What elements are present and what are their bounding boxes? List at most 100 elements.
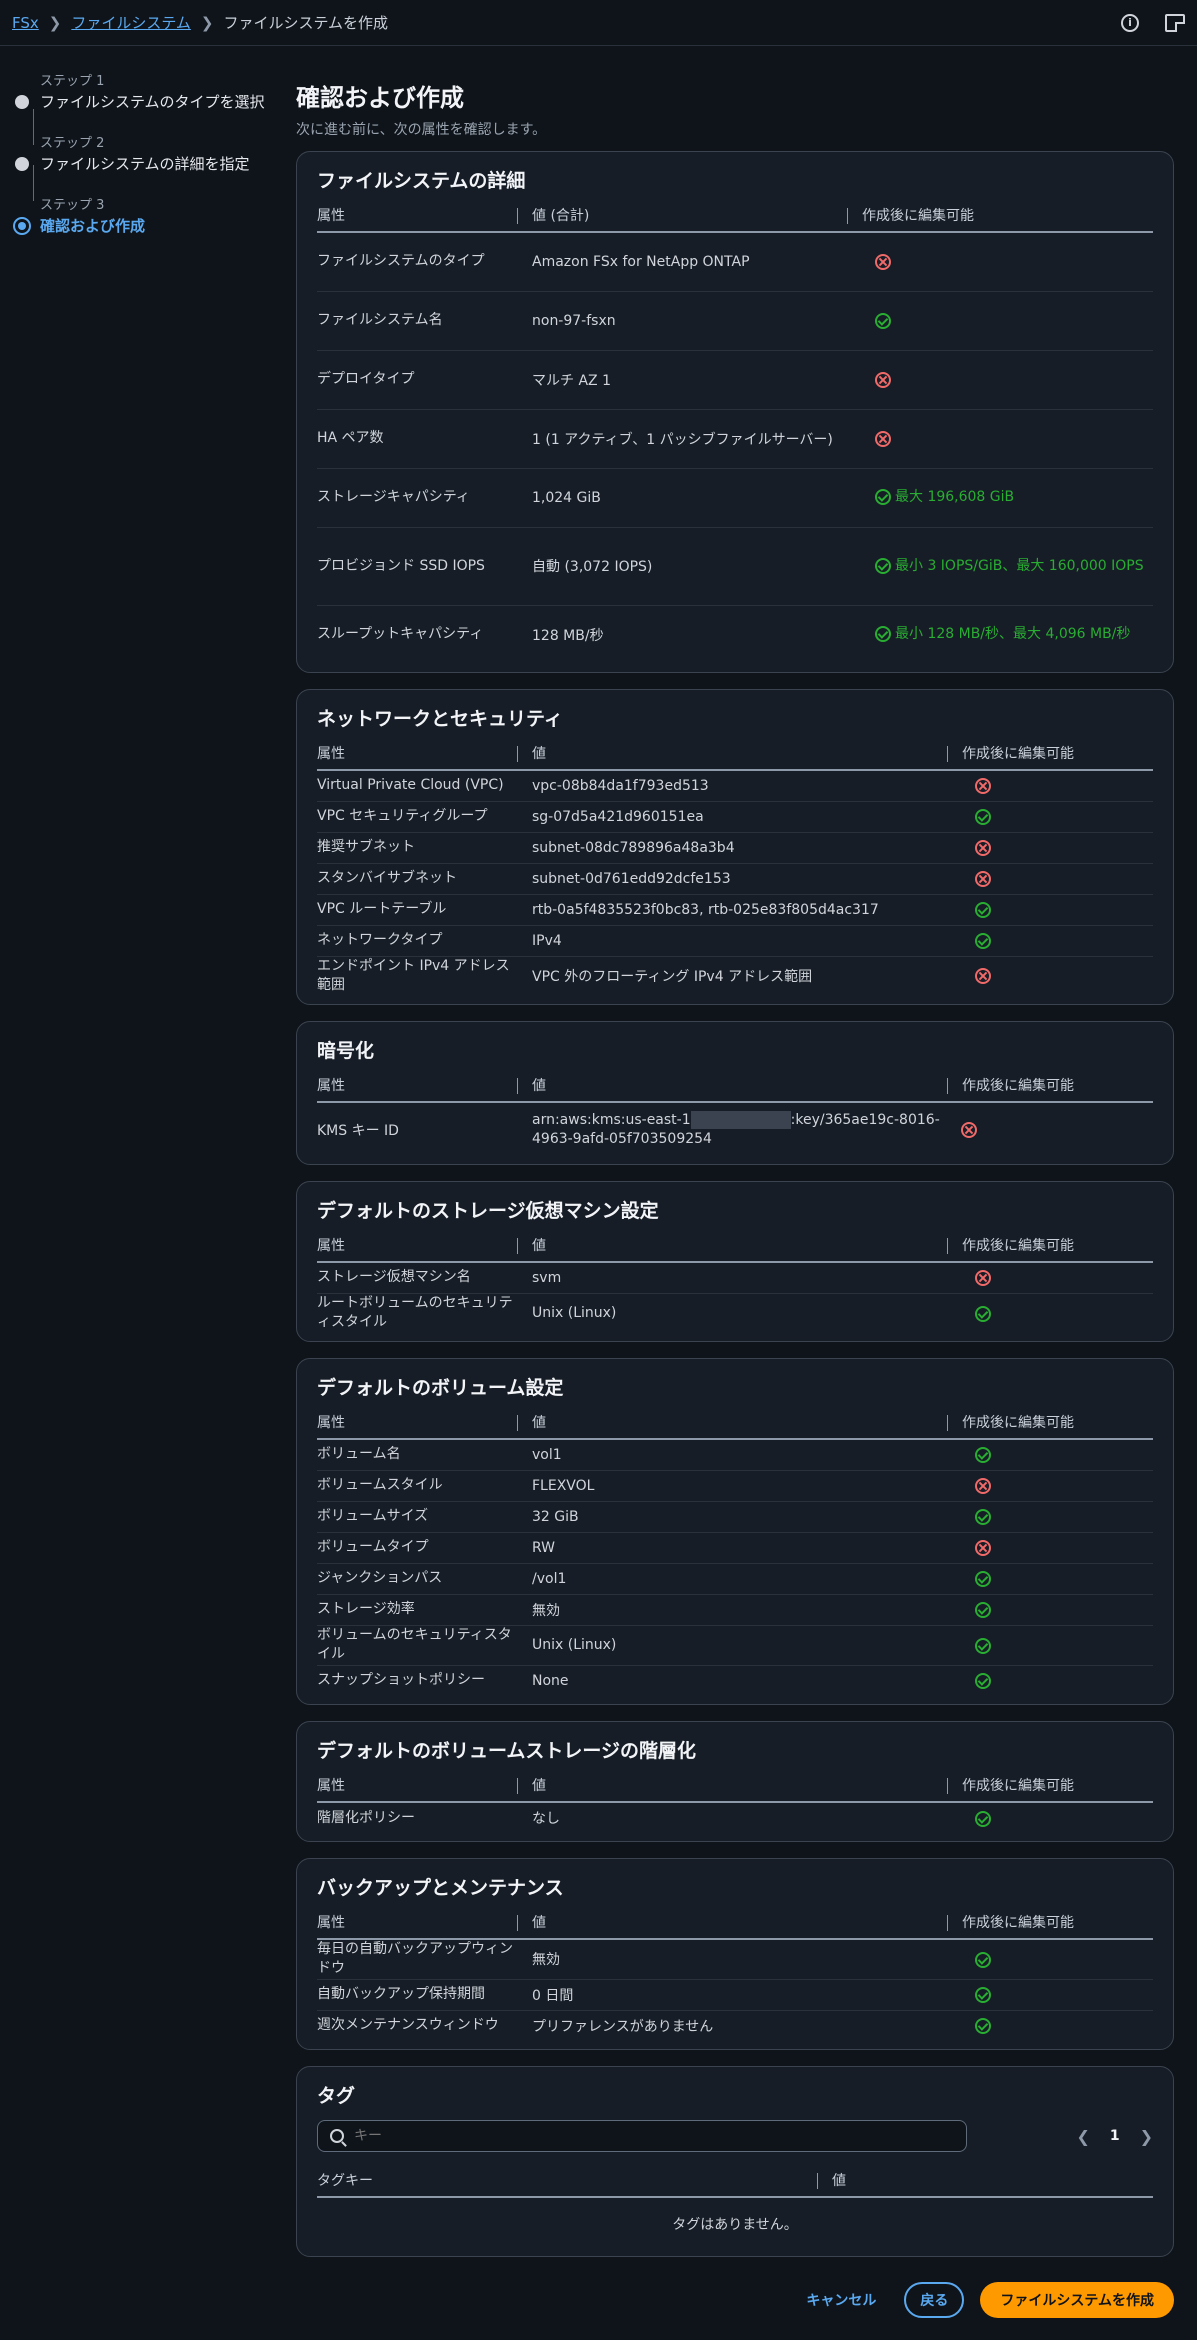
attr-cell: ネットワークタイプ (317, 925, 517, 957)
attr-cell: ボリュームサイズ (317, 1501, 517, 1533)
table-row: 自動バックアップ保持期間 0 日間 (317, 1979, 1153, 2011)
step-dot-icon (15, 95, 29, 109)
table-row: スループットキャパシティ 128 MB/秒 最小 128 MB/秒、最大 4,096… (317, 605, 1153, 664)
step-3: ステップ 3 確認および作成 (12, 194, 267, 236)
chevron-left-icon[interactable]: ❮ (1076, 2127, 1089, 2146)
editable-cell (947, 1665, 1153, 1696)
editable-check-icon (975, 1987, 991, 2003)
pagination: ❮ 1 ❯ (1076, 2127, 1153, 2146)
value-cell: /vol1 (517, 1563, 947, 1595)
editable-cell (847, 232, 1153, 292)
step-1[interactable]: ステップ 1 ファイルシステムのタイプを選択 (12, 70, 267, 112)
card-tags: タグ ❮ 1 ❯ タグキー 値 タグはありません。 (296, 2066, 1174, 2257)
editable-cell (947, 1293, 1153, 1333)
value-cell: なし (532, 1811, 560, 1827)
table-row: エンドポイント IPv4 アドレス範囲 VPC 外のフローティング IPv4 アド… (317, 956, 1153, 996)
attr-cell: スタンバイサブネット (317, 863, 517, 895)
step-2[interactable]: ステップ 2 ファイルシステムの詳細を指定 (12, 132, 267, 174)
attr-cell: プロビジョンド SSD IOPS (317, 527, 517, 606)
breadcrumb-current: ファイルシステムを作成 (223, 14, 389, 32)
col-header: 属性 (317, 1412, 517, 1440)
value-cell: RW (517, 1532, 947, 1564)
attr-cell: ファイルシステムのタイプ (317, 232, 517, 292)
back-button[interactable]: 戻る (904, 2282, 965, 2318)
page-number[interactable]: 1 (1110, 2128, 1120, 2144)
not-editable-icon (975, 1269, 991, 1286)
breadcrumb-filesystems-link[interactable]: ファイルシステム (71, 12, 191, 33)
table-row: ボリュームのセキュリティスタイル Unix (Linux) (317, 1625, 1153, 1666)
value-cell: subnet-0d761edd92dcfe153 (517, 863, 947, 895)
step-name: 確認および作成 (40, 217, 146, 235)
col-header: 作成後に編集可能 (947, 1235, 1153, 1263)
edit-limit-note: 最大 196,608 GiB (895, 489, 1015, 505)
col-header: 属性 (317, 743, 517, 771)
tags-table: タグキー 値 (317, 2170, 1153, 2198)
table-row: 週次メンテナンスウィンドウ プリファレンスがありません (317, 2010, 1153, 2041)
editable-cell (947, 2010, 1153, 2041)
bk-table: 属性 値 作成後に編集可能 毎日の自動バックアップウィンドウ 無効 自動バックアップ… (317, 1912, 1153, 2041)
not-editable-icon (875, 430, 891, 447)
value-cell: non-97-fsxn (517, 291, 847, 351)
editable-check-icon (975, 809, 991, 825)
attr-cell: スナップショットポリシー (317, 1672, 485, 1689)
attr-cell: ボリューム名 (317, 1439, 517, 1471)
value-cell: arn:aws:kms:us-east-1:key/365ae19c-8016-… (532, 1110, 940, 1147)
search-icon (330, 2129, 344, 2143)
col-header: 値 (517, 1775, 947, 1803)
table-row: デプロイタイプ マルチ AZ 1 (317, 350, 1153, 410)
editable-cell (947, 1939, 1153, 1980)
tag-search-input[interactable] (354, 2128, 914, 2144)
attr-cell: ストレージキャパシティ (317, 468, 517, 528)
editable-cell (947, 1470, 1153, 1502)
attr-cell: 階層化ポリシー (317, 1809, 415, 1826)
wizard-steps: ステップ 1 ファイルシステムのタイプを選択 ステップ 2 ファイルシステムの詳… (12, 70, 267, 256)
edit-limit-note: 最小 128 MB/秒、最大 4,096 MB/秒 (895, 626, 1131, 643)
attr-cell: ストレージ効率 (317, 1594, 517, 1626)
editable-check-icon (975, 2018, 991, 2035)
chevron-right-icon[interactable]: ❯ (1140, 2127, 1153, 2146)
chevron-right-icon: ❯ (200, 13, 214, 32)
attr-cell: エンドポイント IPv4 アドレス範囲 (317, 958, 510, 994)
panel-toggle-icon[interactable] (1165, 13, 1185, 32)
attr-cell: VPC ルートテーブル (317, 894, 517, 926)
value-cell: Unix (Linux) (532, 1305, 617, 1322)
attr-cell: Virtual Private Cloud (VPC) (317, 770, 517, 802)
editable-check-icon (975, 902, 991, 918)
col-header: 作成後に編集可能 (947, 1775, 1153, 1803)
table-row: ストレージ仮想マシン名 svm (317, 1262, 1153, 1294)
info-icon[interactable]: i (1121, 13, 1139, 32)
value-cell: rtb-0a5f4835523f0bc83, rtb-025e83f805d4a… (517, 894, 947, 926)
editable-cell (947, 832, 1153, 864)
editable-cell (947, 1439, 1153, 1471)
editable-check-icon (875, 313, 891, 329)
editable-cell (947, 956, 1153, 996)
editable-check-icon (875, 557, 891, 574)
section-title: デフォルトのボリューム設定 (317, 1377, 564, 1399)
section-title: デフォルトのストレージ仮想マシン設定 (317, 1200, 659, 1222)
attr-cell: ルートボリュームのセキュリティスタイル (317, 1295, 513, 1331)
attr-cell: ストレージ仮想マシン名 (317, 1262, 517, 1294)
section-title: 暗号化 (317, 1040, 375, 1062)
not-editable-icon (975, 870, 991, 887)
col-header: 作成後に編集可能 (947, 1075, 1153, 1103)
editable-cell (947, 1979, 1153, 2011)
attr-cell: HA ペア数 (317, 409, 517, 469)
value-cell: FLEXVOL (517, 1470, 947, 1502)
breadcrumb-fsx-link[interactable]: FSx (12, 14, 39, 32)
card-fs-details: ファイルシステムの詳細 属性 値 (合計) 作成後に編集可能 ファイルシステムの… (296, 151, 1174, 673)
editable-cell: 最大 196,608 GiB (847, 468, 1153, 528)
attr-cell: ジャンクションパス (317, 1563, 517, 1595)
table-row: 階層化ポリシー なし (317, 1802, 1153, 1833)
value-cell: subnet-08dc789896a48a3b4 (517, 832, 947, 864)
col-header: 値 (517, 1412, 947, 1440)
tag-search-box[interactable] (317, 2120, 967, 2152)
attr-cell: ボリュームのセキュリティスタイル (317, 1625, 517, 1666)
value-cell: IPv4 (517, 925, 947, 957)
chevron-right-icon: ❯ (48, 13, 62, 32)
cancel-button[interactable]: キャンセル (794, 2290, 888, 2310)
col-header: 値 (817, 2170, 1153, 2198)
section-title: デフォルトのボリュームストレージの階層化 (317, 1740, 697, 1762)
create-filesystem-button[interactable]: ファイルシステムを作成 (980, 2282, 1174, 2318)
value-cell: Unix (Linux) (517, 1625, 947, 1666)
editable-cell (947, 1563, 1153, 1595)
